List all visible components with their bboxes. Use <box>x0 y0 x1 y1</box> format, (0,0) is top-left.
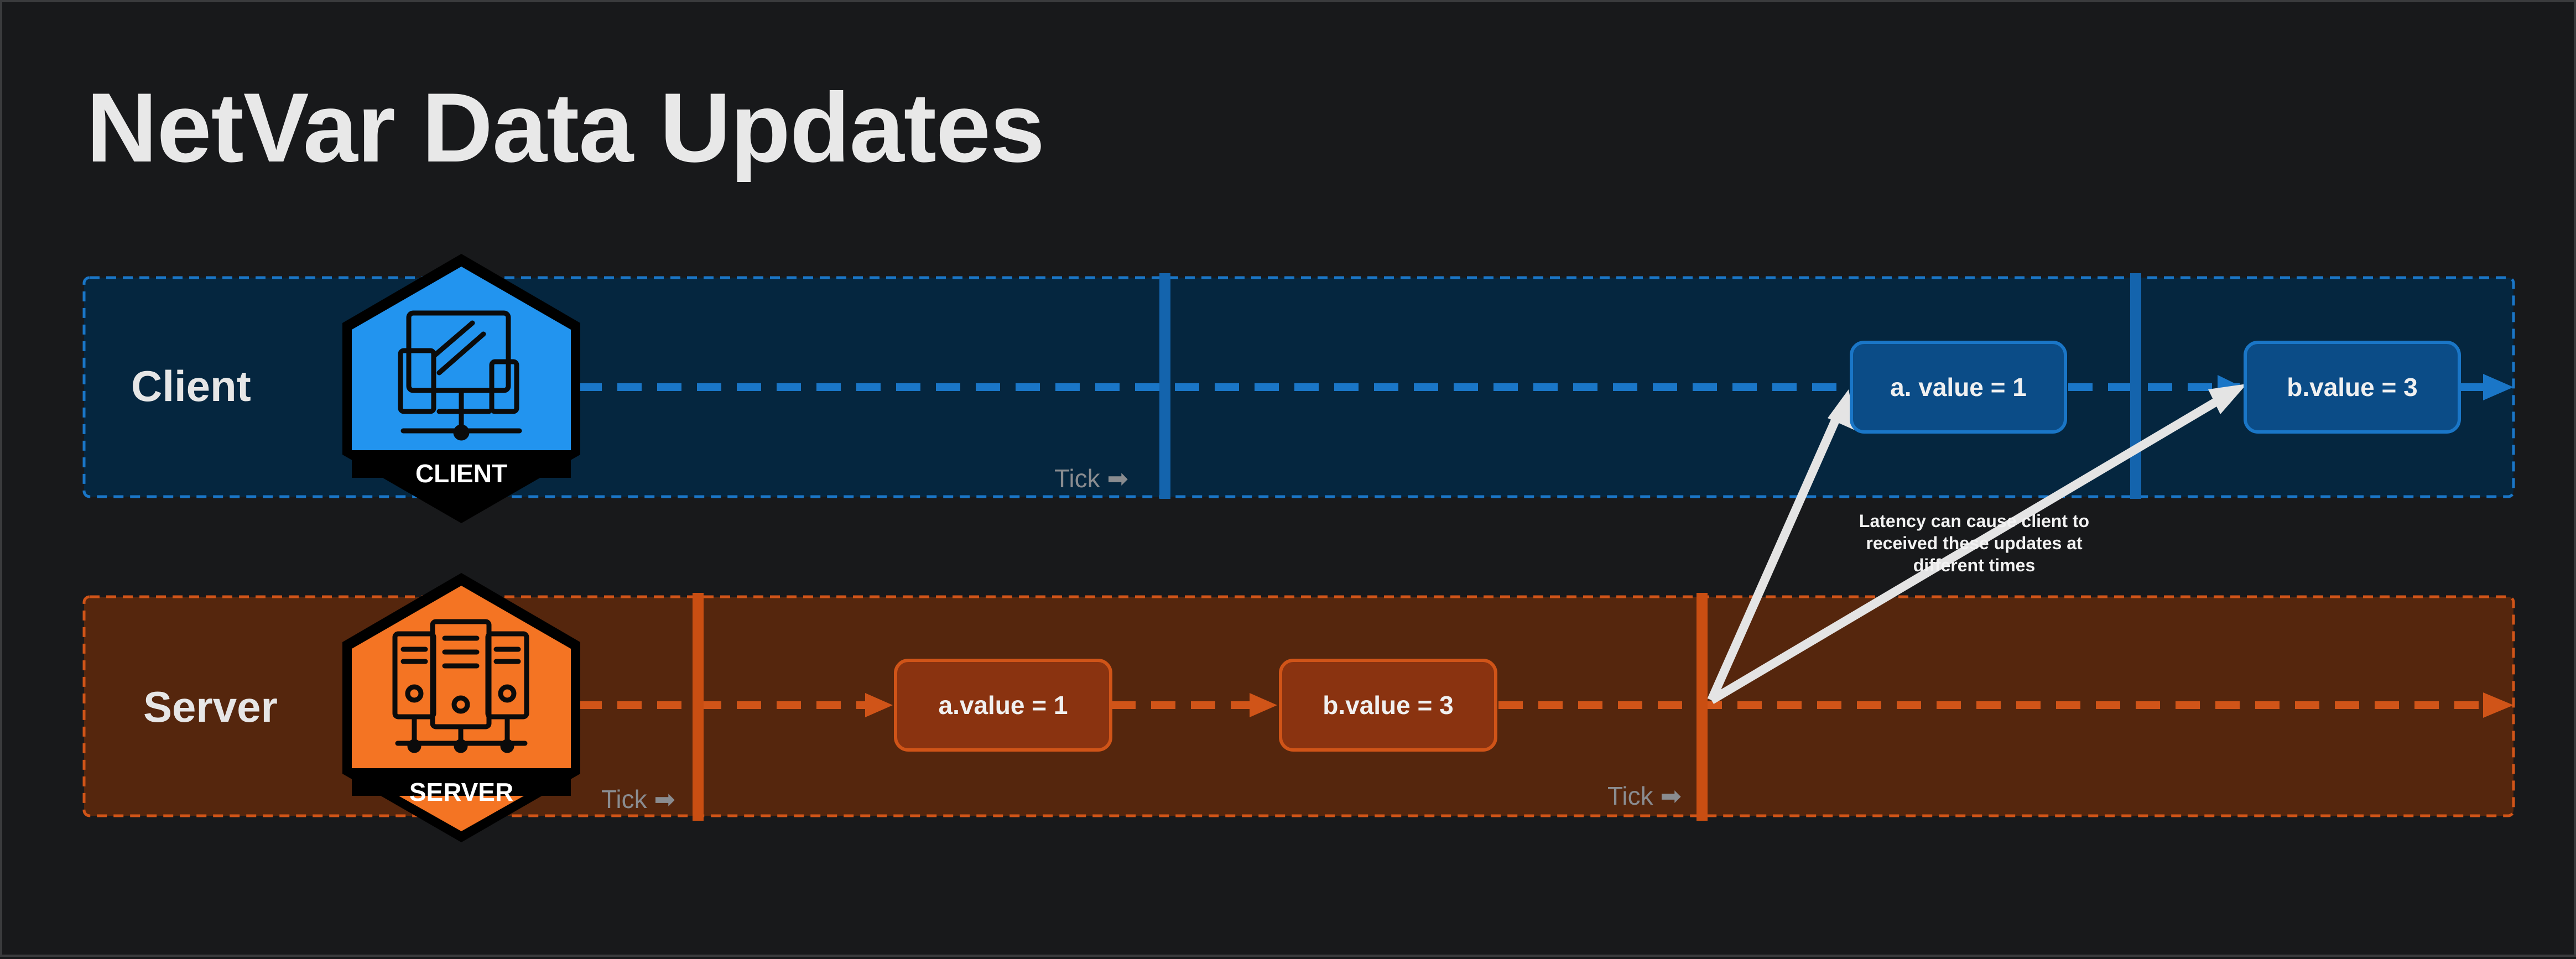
client-badge-label: CLIENT <box>415 459 508 488</box>
diagram-canvas: NetVar Data Updates Client CLIENT Tick ➡… <box>0 0 2576 957</box>
server-update-a: a.value = 1 <box>894 659 1112 752</box>
server-update-b: b.value = 3 <box>1279 659 1497 752</box>
client-update-a: a. value = 1 <box>1850 341 2067 434</box>
latency-note: Latency can cause client to received the… <box>1859 511 2090 575</box>
server-lane-label: Server <box>143 682 278 731</box>
client-tick-label: Tick ➡ <box>1054 464 1128 493</box>
client-update-b: b.value = 3 <box>2244 341 2461 434</box>
client-lane-label: Client <box>131 362 251 410</box>
server-tick-label-1: Tick ➡ <box>601 785 675 814</box>
server-tick-label-2: Tick ➡ <box>1607 781 1682 810</box>
server-badge-label: SERVER <box>409 778 514 806</box>
page-title: NetVar Data Updates <box>86 72 1045 183</box>
